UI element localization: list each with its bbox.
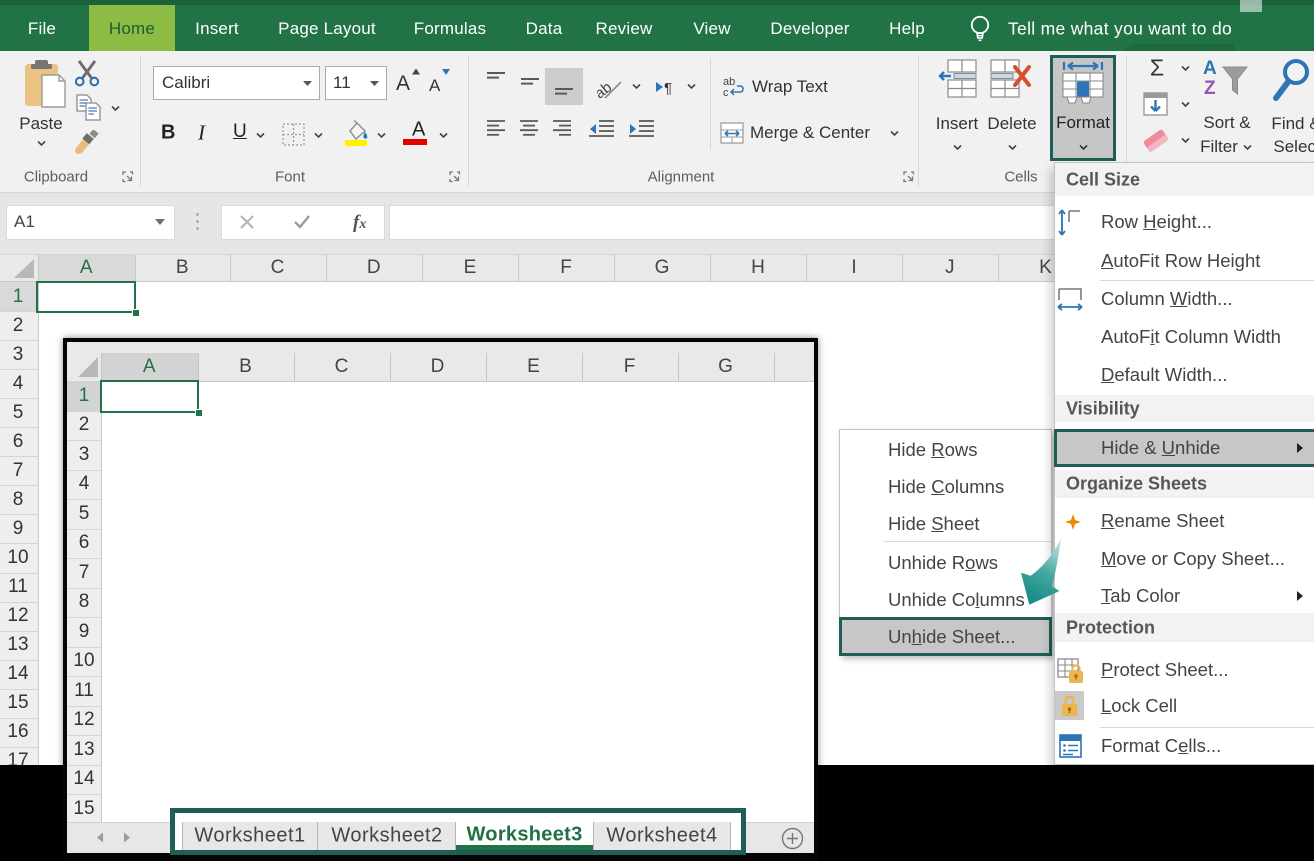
svg-text:c: c bbox=[723, 87, 729, 98]
svg-text:Z: Z bbox=[1204, 78, 1216, 99]
svg-text:¶: ¶ bbox=[664, 80, 672, 95]
svg-text:A: A bbox=[1203, 58, 1217, 79]
